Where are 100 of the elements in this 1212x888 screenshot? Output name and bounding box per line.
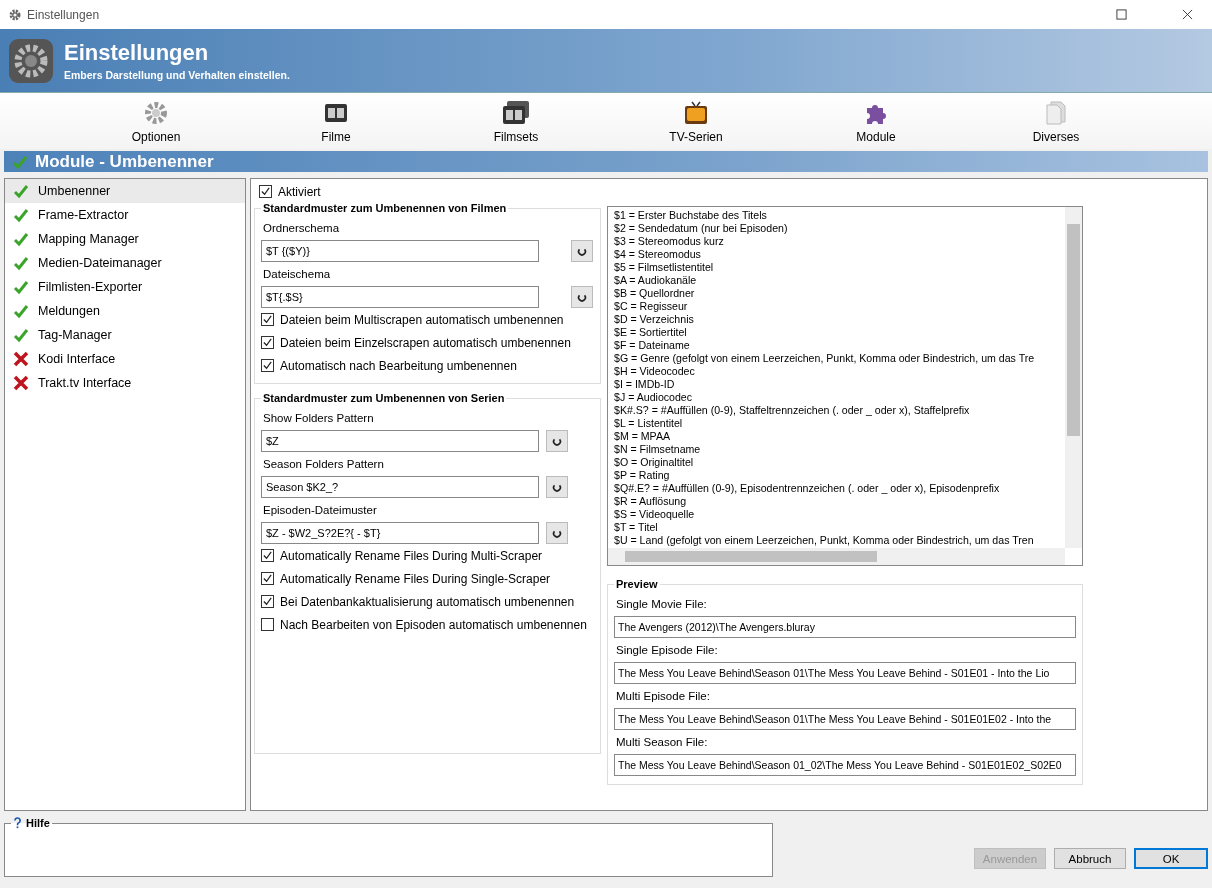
list-item: $R = Auflösung xyxy=(614,495,688,508)
refresh-icon xyxy=(552,436,562,446)
placeholder-list[interactable] xyxy=(607,206,1083,566)
dialog-button[interactable]: OK xyxy=(1134,848,1208,869)
field-label: Single Episode File: xyxy=(615,643,719,658)
checkbox-label: Dateien beim Einzelscrapen automatisch umbenennen xyxy=(280,335,571,350)
reset-button[interactable] xyxy=(546,522,568,544)
input-field[interactable]: The Mess You Leave Behind\Season 01_02\The Mess You Leave Behind - S01E01E02_S02E0 xyxy=(614,754,1076,776)
checkbox-label: Automatically Rename Files During Single-Scraper xyxy=(280,571,551,586)
module-label: Tag-Manager xyxy=(38,328,112,342)
input-field[interactable]: $T{.$S} xyxy=(261,286,539,308)
module-item[interactable]: Medien-Dateimanager xyxy=(5,251,245,275)
list-item: $U = Land (gefolgt von einem Leerzeichen, Punkt, Komma oder Bindestrich, um das Tren xyxy=(614,534,1035,547)
close-icon[interactable] xyxy=(1182,9,1193,20)
tv-icon xyxy=(683,100,709,126)
refresh-icon xyxy=(552,528,562,538)
field-label: Multi Episode File: xyxy=(615,689,711,704)
category-tab[interactable]: Module xyxy=(786,93,966,149)
list-item: $D = Verzeichnis xyxy=(614,313,695,326)
input-field[interactable]: The Avengers (2012)\The Avengers.bluray xyxy=(614,616,1076,638)
help-title: Hilfe xyxy=(26,817,50,829)
section-title: Module - Umbenenner xyxy=(35,151,214,172)
reset-button[interactable] xyxy=(571,240,593,262)
list-item: $P = Rating xyxy=(614,469,671,482)
checkbox[interactable] xyxy=(261,572,274,585)
module-item[interactable]: Tag-Manager xyxy=(5,323,245,347)
checkbox[interactable] xyxy=(261,313,274,326)
module-item[interactable]: Kodi Interface xyxy=(5,347,245,371)
field-label: Dateischema xyxy=(262,267,332,282)
category-tab[interactable]: Diverses xyxy=(966,93,1146,149)
checkbox[interactable] xyxy=(261,336,274,349)
group-title: Preview xyxy=(615,578,659,590)
module-label: Umbenenner xyxy=(38,184,111,198)
question-icon xyxy=(13,817,22,829)
list-item: $5 = Filmsetlistentitel xyxy=(614,261,715,274)
category-tab[interactable]: Optionen xyxy=(66,93,246,149)
field-label: Season Folders Pattern xyxy=(262,457,385,472)
module-item[interactable]: Mapping Manager xyxy=(5,227,245,251)
list-item: $3 = Stereomodus kurz xyxy=(614,235,725,248)
list-item: $T = Titel xyxy=(614,521,659,534)
checkbox[interactable] xyxy=(261,549,274,562)
category-tab[interactable]: TV-Serien xyxy=(606,93,786,149)
list-item: $J = Audiocodec xyxy=(614,391,694,404)
checkbox-label: Aktiviert xyxy=(278,184,321,199)
checkbox-label: Bei Datenbankaktualisierung automatisch umbenennen xyxy=(280,594,575,609)
checkbox[interactable] xyxy=(259,185,272,198)
module-label: Trakt.tv Interface xyxy=(38,376,132,390)
module-item[interactable]: Filmlisten-Exporter xyxy=(5,275,245,299)
module-item[interactable]: Meldungen xyxy=(5,299,245,323)
input-field[interactable]: Season $K2_? xyxy=(261,476,539,498)
dialog-button[interactable]: Abbruch xyxy=(1054,848,1126,869)
list-item: $F = Dateiname xyxy=(614,339,691,352)
list-item: $E = Sortiertitel xyxy=(614,326,688,339)
check-icon xyxy=(12,153,28,170)
list-item: $A = Audiokanäle xyxy=(614,274,698,287)
film-stack-icon xyxy=(501,100,531,126)
category-tab[interactable]: Filmsets xyxy=(426,93,606,149)
field-label: Episoden-Dateimuster xyxy=(262,503,378,518)
reset-button[interactable] xyxy=(571,286,593,308)
input-field[interactable]: The Mess You Leave Behind\Season 01\The Mess You Leave Behind - S01E01E02 - Into the xyxy=(614,708,1076,730)
list-item: $N = Filmsetname xyxy=(614,443,702,456)
list-item: $G = Genre (gefolgt von einem Leerzeichen, Punkt, Komma oder Bindestrich, um das Tre xyxy=(614,352,1036,365)
gear-icon xyxy=(9,8,21,21)
module-label: Meldungen xyxy=(38,304,100,318)
input-field[interactable]: $Z xyxy=(261,430,539,452)
checkbox[interactable] xyxy=(261,618,274,631)
list-item: $O = Originaltitel xyxy=(614,456,695,469)
field-label: Ordnerschema xyxy=(262,221,341,236)
checkbox-label: Automatically Rename Files During Multi-Scraper xyxy=(280,548,543,563)
document-icon xyxy=(1043,100,1069,126)
category-tab[interactable]: Filme xyxy=(246,93,426,149)
gear-icon xyxy=(143,100,169,126)
list-item: $M = MPAA xyxy=(614,430,672,443)
module-item[interactable]: Frame-Extractor xyxy=(5,203,245,227)
checkbox-label: Dateien beim Multiscrapen automatisch umbenennen xyxy=(280,312,564,327)
module-item[interactable]: Trakt.tv Interface xyxy=(5,371,245,395)
input-field[interactable]: $T {($Y)} xyxy=(261,240,539,262)
input-field[interactable]: $Z - $W2_S?2E?{ - $T} xyxy=(261,522,539,544)
vertical-scrollbar[interactable] xyxy=(1065,207,1082,548)
horizontal-scrollbar[interactable] xyxy=(608,548,1065,565)
checkbox[interactable] xyxy=(261,595,274,608)
checkbox[interactable] xyxy=(261,359,274,372)
gear-icon xyxy=(8,37,54,84)
list-item: $S = Videoquelle xyxy=(614,508,696,521)
input-field[interactable]: The Mess You Leave Behind\Season 01\The Mess You Leave Behind - S01E01 - Into the Lio xyxy=(614,662,1076,684)
maximize-icon[interactable] xyxy=(1116,9,1127,20)
list-item: $4 = Stereomodus xyxy=(614,248,702,261)
list-item: $L = Listentitel xyxy=(614,417,684,430)
refresh-icon xyxy=(577,246,587,256)
reset-button[interactable] xyxy=(546,430,568,452)
field-label: Single Movie File: xyxy=(615,597,708,612)
group-title: Standardmuster zum Umbenennen von Filmen xyxy=(262,202,508,214)
module-item[interactable]: Umbenenner xyxy=(5,179,245,203)
window-title: Einstellungen xyxy=(27,7,100,22)
list-item: $1 = Erster Buchstabe des Titels xyxy=(614,209,768,222)
module-label: Frame-Extractor xyxy=(38,208,129,222)
module-label: Medien-Dateimanager xyxy=(38,256,162,270)
checkbox-label: Automatisch nach Bearbeitung umbenennen xyxy=(280,358,517,373)
header-subtitle: Embers Darstellung und Verhalten einstellen. xyxy=(64,69,290,81)
reset-button[interactable] xyxy=(546,476,568,498)
